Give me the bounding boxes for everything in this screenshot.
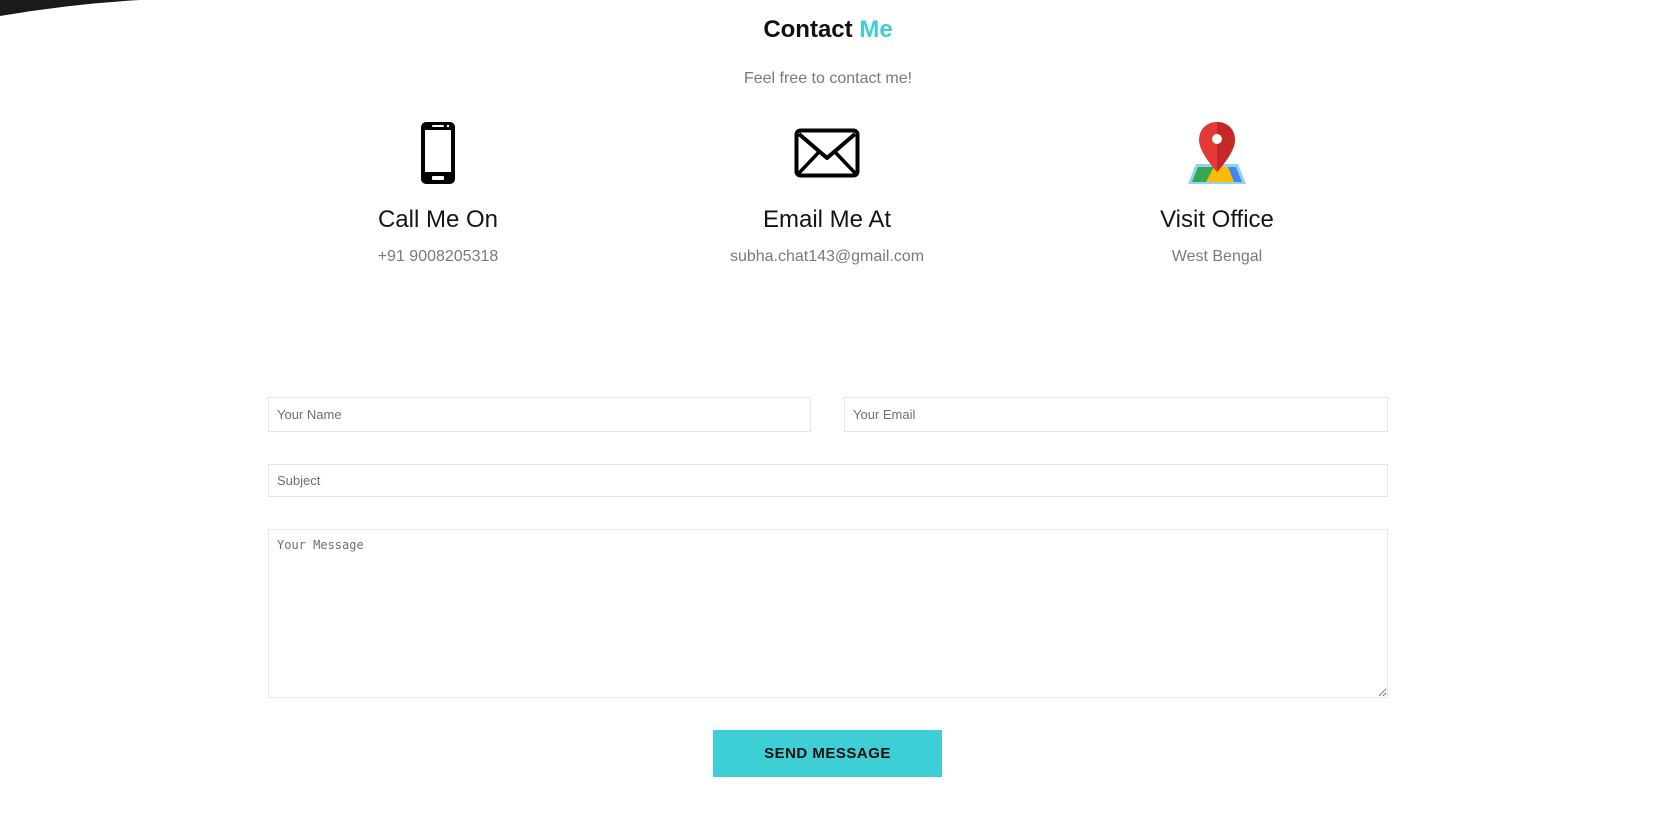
name-input[interactable] bbox=[268, 397, 811, 432]
smartphone-icon bbox=[288, 118, 588, 188]
corner-decoration bbox=[0, 0, 140, 16]
contact-info-call: Call Me On +91 9008205318 bbox=[288, 118, 588, 266]
contact-info-office: Visit Office West Bengal bbox=[1067, 118, 1367, 266]
title-main: Contact bbox=[763, 16, 853, 43]
contact-info-title: Visit Office bbox=[1160, 206, 1274, 233]
subject-input[interactable] bbox=[268, 464, 1388, 497]
envelope-icon bbox=[677, 118, 977, 188]
contact-info-title: Email Me At bbox=[762, 206, 892, 233]
contact-info-value: subha.chat143@gmail.com bbox=[729, 248, 925, 265]
message-textarea[interactable] bbox=[268, 529, 1388, 698]
contact-page: Contact Me Feel free to contact me! Call… bbox=[0, 0, 1664, 824]
page-subtitle: Feel free to contact me! bbox=[743, 70, 913, 87]
contact-info-title: Call Me On bbox=[377, 206, 499, 233]
map-pin-icon bbox=[1067, 118, 1367, 188]
page-title: Contact Me bbox=[0, 16, 1656, 44]
contact-info-email: Email Me At subha.chat143@gmail.com bbox=[677, 118, 977, 266]
send-message-button[interactable]: SEND MESSAGE bbox=[713, 730, 942, 777]
contact-info-value: +91 9008205318 bbox=[377, 248, 499, 265]
contact-info-value: West Bengal bbox=[1171, 248, 1263, 265]
email-input[interactable] bbox=[844, 397, 1388, 432]
title-accent: Me bbox=[859, 16, 893, 43]
